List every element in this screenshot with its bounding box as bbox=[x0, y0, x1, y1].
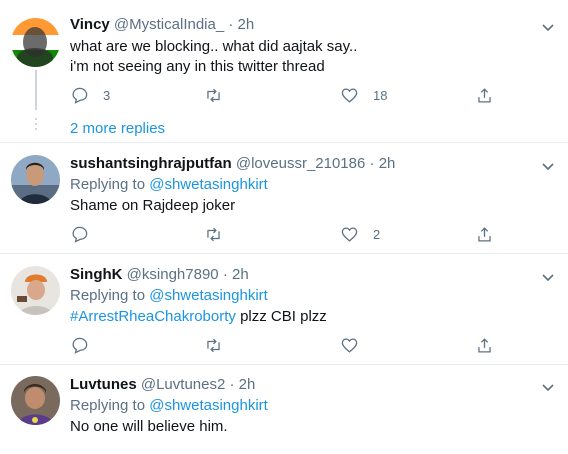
reply-icon bbox=[72, 226, 88, 243]
separator-dot: · bbox=[229, 376, 235, 393]
hashtag-link[interactable]: #ArrestRheaChakroborty bbox=[70, 308, 236, 325]
replying-prefix: Replying to bbox=[70, 176, 146, 193]
tweet-text-line-1: what are we blocking.. what did aajtak s… bbox=[70, 38, 358, 55]
timestamp[interactable]: 2h bbox=[238, 16, 255, 33]
timestamp[interactable]: 2h bbox=[239, 376, 256, 393]
caret-down-icon[interactable] bbox=[540, 19, 556, 35]
retweet-button[interactable] bbox=[204, 85, 237, 105]
like-button[interactable]: 2 bbox=[340, 224, 380, 244]
tweet-actions: 2 bbox=[70, 224, 510, 244]
timestamp[interactable]: 2h bbox=[232, 266, 249, 283]
mention-link[interactable]: @shwetasinghkirt bbox=[149, 397, 268, 414]
like-count: 18 bbox=[373, 87, 388, 103]
avatar[interactable] bbox=[11, 266, 60, 315]
reply-button[interactable]: 3 bbox=[70, 85, 110, 105]
like-icon bbox=[341, 227, 358, 242]
tweet-text: No one will believe him. bbox=[70, 418, 228, 435]
tweet-header: sushantsinghrajputfan @loveussr_210186 ·… bbox=[70, 155, 395, 172]
share-button[interactable] bbox=[475, 335, 494, 355]
caret-down-icon[interactable] bbox=[540, 269, 556, 285]
replying-prefix: Replying to bbox=[70, 287, 146, 304]
user-handle[interactable]: @MysticalIndia_ bbox=[114, 16, 224, 33]
separator-dot: · bbox=[228, 16, 234, 33]
retweet-icon bbox=[207, 88, 220, 102]
tweet-actions: 3 18 bbox=[70, 85, 510, 105]
like-button[interactable] bbox=[340, 335, 373, 355]
tweet-sushant[interactable]: sushantsinghrajputfan @loveussr_210186 ·… bbox=[0, 143, 568, 253]
tweet-header: Luvtunes @Luvtunes2 · 2h bbox=[70, 376, 255, 393]
like-icon bbox=[341, 88, 358, 103]
display-name[interactable]: Vincy bbox=[70, 16, 110, 33]
tweet-singhk[interactable]: SinghK @ksingh7890 · 2h Replying to @shw… bbox=[0, 254, 568, 364]
retweet-icon bbox=[207, 227, 220, 241]
separator-dot: · bbox=[369, 155, 375, 172]
caret-down-icon[interactable] bbox=[540, 379, 556, 395]
tweet-text: Shame on Rajdeep joker bbox=[70, 197, 236, 214]
share-button[interactable] bbox=[475, 224, 494, 244]
user-handle[interactable]: @loveussr_210186 bbox=[236, 155, 365, 172]
reply-button[interactable] bbox=[70, 224, 103, 244]
timestamp[interactable]: 2h bbox=[379, 155, 396, 172]
caret-down-icon[interactable] bbox=[540, 158, 556, 174]
mention-link[interactable]: @shwetasinghkirt bbox=[149, 176, 268, 193]
tweet-vincy[interactable]: Vincy @MysticalIndia_ · 2h what are we b… bbox=[0, 0, 568, 145]
more-replies-link[interactable]: 2 more replies bbox=[70, 120, 165, 137]
reply-icon bbox=[72, 337, 88, 354]
user-handle[interactable]: @ksingh7890 bbox=[127, 266, 219, 283]
separator-dot: · bbox=[222, 266, 228, 283]
replying-to: Replying to @shwetasinghkirt bbox=[70, 397, 268, 414]
like-button[interactable]: 18 bbox=[340, 85, 387, 105]
share-icon bbox=[478, 337, 491, 352]
share-button[interactable] bbox=[475, 85, 494, 105]
avatar[interactable] bbox=[11, 18, 60, 67]
avatar[interactable] bbox=[11, 155, 60, 204]
tweet-luvtunes[interactable]: Luvtunes @Luvtunes2 · 2h Replying to @sh… bbox=[0, 365, 568, 454]
reply-count: 3 bbox=[103, 87, 111, 103]
replying-prefix: Replying to bbox=[70, 397, 146, 414]
retweet-button[interactable] bbox=[204, 335, 237, 355]
retweet-icon bbox=[207, 338, 220, 352]
retweet-button[interactable] bbox=[204, 224, 237, 244]
replying-to: Replying to @shwetasinghkirt bbox=[70, 287, 268, 304]
tweet-text-line-2: i'm not seeing any in this twitter threa… bbox=[70, 58, 325, 75]
tweet-text-rest: plzz CBI plzz bbox=[235, 308, 327, 325]
display-name[interactable]: Luvtunes bbox=[70, 376, 137, 393]
mention-link[interactable]: @shwetasinghkirt bbox=[149, 287, 268, 304]
tweet-header: Vincy @MysticalIndia_ · 2h bbox=[70, 16, 254, 33]
display-name[interactable]: sushantsinghrajputfan bbox=[70, 155, 232, 172]
avatar[interactable] bbox=[11, 376, 60, 425]
reply-icon bbox=[72, 87, 88, 104]
display-name[interactable]: SinghK bbox=[70, 266, 123, 283]
replying-to: Replying to @shwetasinghkirt bbox=[70, 176, 268, 193]
reply-button[interactable] bbox=[70, 335, 103, 355]
tweet-actions bbox=[70, 335, 510, 355]
like-count: 2 bbox=[373, 226, 381, 242]
share-icon bbox=[478, 226, 491, 241]
tweet-header: SinghK @ksingh7890 · 2h bbox=[70, 266, 249, 283]
share-icon bbox=[478, 87, 491, 102]
user-handle[interactable]: @Luvtunes2 bbox=[141, 376, 225, 393]
like-icon bbox=[341, 338, 358, 353]
tweet-text: #ArrestRheaChakroborty plzz CBI plzz bbox=[70, 308, 327, 325]
